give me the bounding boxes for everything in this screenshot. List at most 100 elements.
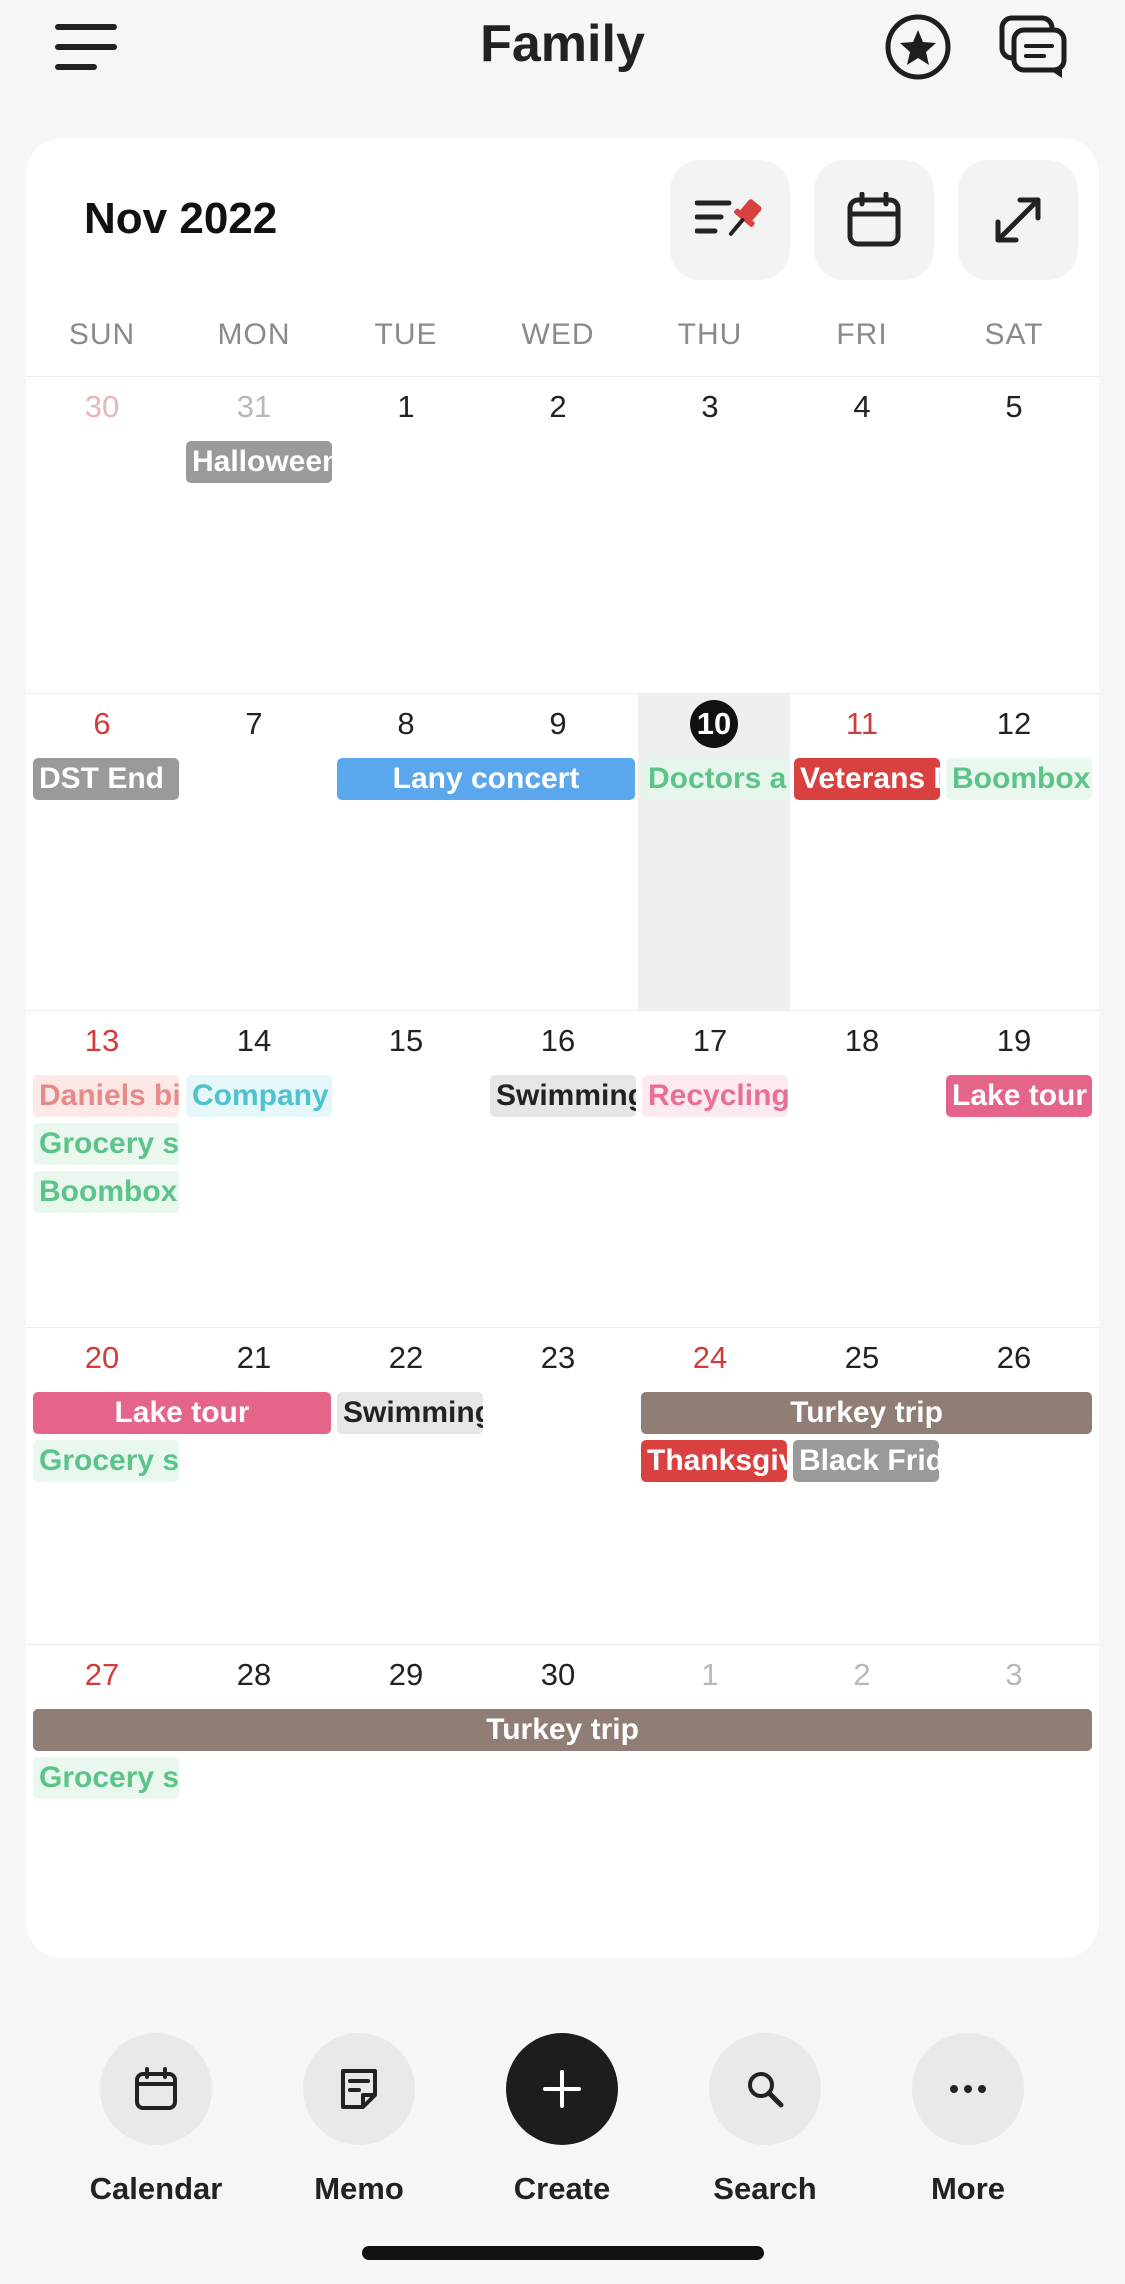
event-chip[interactable]: Lake tour bbox=[946, 1075, 1092, 1117]
event-chip[interactable]: Daniels birthday bbox=[33, 1075, 179, 1117]
day-number[interactable]: 23 bbox=[482, 1340, 634, 1376]
page-title: Family bbox=[480, 15, 645, 73]
event-chip[interactable]: Lake tour bbox=[33, 1392, 331, 1434]
event-chip[interactable]: Black Friday bbox=[793, 1440, 939, 1482]
day-number[interactable]: 7 bbox=[178, 706, 330, 742]
day-number[interactable]: 24 bbox=[634, 1340, 786, 1376]
event-chip[interactable]: Grocery shopping bbox=[33, 1123, 179, 1165]
day-number[interactable]: 13 bbox=[26, 1023, 178, 1059]
nav-create[interactable]: Create bbox=[462, 2033, 662, 2207]
day-number[interactable]: 19 bbox=[938, 1023, 1090, 1059]
weekday-label: WED bbox=[521, 318, 595, 351]
day-number[interactable]: 30 bbox=[482, 1657, 634, 1693]
event-chip[interactable]: Veterans Day bbox=[794, 758, 940, 800]
day-number[interactable]: 28 bbox=[178, 1657, 330, 1693]
event-chip[interactable]: Turkey trip bbox=[33, 1709, 1092, 1751]
day-number[interactable]: 16 bbox=[482, 1023, 634, 1059]
day-number[interactable]: 1 bbox=[634, 1657, 786, 1693]
nav-memo[interactable]: Memo bbox=[259, 2033, 459, 2207]
today-button[interactable] bbox=[814, 160, 934, 280]
event-chip[interactable]: DST End bbox=[33, 758, 179, 800]
day-number[interactable]: 20 bbox=[26, 1340, 178, 1376]
event-chip[interactable]: Recycling bbox=[642, 1075, 788, 1117]
day-number[interactable]: 5 bbox=[938, 389, 1090, 425]
event-chip[interactable]: Boombox bbox=[946, 758, 1092, 800]
weekday-label: THU bbox=[677, 318, 743, 351]
day-number[interactable]: 21 bbox=[178, 1340, 330, 1376]
event-chip[interactable]: Turkey trip bbox=[641, 1392, 1092, 1434]
calendar-icon bbox=[847, 192, 901, 247]
more-icon bbox=[950, 2085, 986, 2093]
expand-icon bbox=[995, 197, 1041, 243]
day-number[interactable]: 22 bbox=[330, 1340, 482, 1376]
event-chip[interactable]: Boombox bbox=[33, 1171, 179, 1213]
nav-more-button[interactable] bbox=[912, 2033, 1024, 2145]
event-chip[interactable]: Swimming bbox=[337, 1392, 483, 1434]
nav-label: Memo bbox=[314, 2171, 404, 2206]
day-number[interactable]: 30 bbox=[26, 389, 178, 425]
day-number[interactable]: 8 bbox=[330, 706, 482, 742]
event-chip[interactable]: Grocery shopping bbox=[33, 1440, 179, 1482]
event-chip[interactable]: Swimming bbox=[490, 1075, 636, 1117]
nav-more[interactable]: More bbox=[868, 2033, 1068, 2207]
day-number[interactable]: 4 bbox=[786, 389, 938, 425]
day-number[interactable]: 2 bbox=[482, 389, 634, 425]
expand-button[interactable] bbox=[958, 160, 1078, 280]
nav-label: Calendar bbox=[89, 2171, 223, 2206]
event-chip[interactable]: Grocery shopping bbox=[33, 1757, 179, 1799]
pinned-list-button[interactable] bbox=[670, 160, 790, 280]
pinned-list-icon bbox=[695, 199, 762, 236]
event-chip[interactable]: Lany concert bbox=[337, 758, 635, 800]
home-indicator bbox=[362, 2246, 764, 2260]
weekday-label: SUN bbox=[68, 318, 136, 351]
calendar-card: Nov 2022 SUN MON TUE WED THU FRI SAT 30 … bbox=[26, 138, 1099, 1958]
nav-label: Create bbox=[513, 2171, 611, 2206]
create-button[interactable] bbox=[506, 2033, 618, 2145]
day-number[interactable]: 9 bbox=[482, 706, 634, 742]
day-number[interactable]: 3 bbox=[938, 1657, 1090, 1693]
search-icon bbox=[748, 2072, 784, 2108]
memo-icon bbox=[341, 2069, 377, 2109]
week-row: 13 14 15 16 17 18 19 Daniels birthday Co… bbox=[26, 1010, 1099, 1328]
day-number[interactable]: 31 bbox=[178, 389, 330, 425]
day-number[interactable]: 6 bbox=[26, 706, 178, 742]
star-circle-icon[interactable] bbox=[883, 12, 953, 82]
day-number[interactable]: 14 bbox=[178, 1023, 330, 1059]
day-number[interactable]: 27 bbox=[26, 1657, 178, 1693]
day-number[interactable]: 15 bbox=[330, 1023, 482, 1059]
nav-search-button[interactable] bbox=[709, 2033, 821, 2145]
week-row: 27 28 29 30 1 2 3 Turkey trip Grocery sh… bbox=[26, 1644, 1099, 1958]
weekday-label: TUE bbox=[374, 318, 438, 351]
day-number[interactable]: 2 bbox=[786, 1657, 938, 1693]
day-number[interactable]: 29 bbox=[330, 1657, 482, 1693]
week-row: 20 21 22 23 24 25 26 Lake tour Swimming … bbox=[26, 1327, 1099, 1645]
nav-memo-button[interactable] bbox=[303, 2033, 415, 2145]
day-number[interactable]: 17 bbox=[634, 1023, 786, 1059]
day-number[interactable]: 18 bbox=[786, 1023, 938, 1059]
today-marker[interactable]: 10 bbox=[638, 700, 790, 748]
week-row: 30 31 1 2 3 4 5 Halloween bbox=[26, 376, 1099, 694]
month-label[interactable]: Nov 2022 bbox=[84, 194, 277, 244]
day-number[interactable]: 12 bbox=[938, 706, 1090, 742]
calendar-icon bbox=[135, 2067, 177, 2110]
day-number[interactable]: 25 bbox=[786, 1340, 938, 1376]
event-chip[interactable]: Doctors appointment bbox=[642, 758, 788, 800]
nav-label: More bbox=[930, 2171, 1006, 2206]
day-number[interactable]: 11 bbox=[786, 706, 938, 742]
week-row: 6 7 8 9 10 11 12 DST End Lany concert Do… bbox=[26, 693, 1099, 1011]
nav-calendar-button[interactable] bbox=[100, 2033, 212, 2145]
nav-search[interactable]: Search bbox=[665, 2033, 865, 2207]
event-chip[interactable]: Company bbox=[186, 1075, 332, 1117]
weekday-label: SAT bbox=[984, 318, 1044, 351]
event-chip[interactable]: Halloween bbox=[186, 441, 332, 483]
day-number[interactable]: 1 bbox=[330, 389, 482, 425]
top-bar: Family bbox=[0, 0, 1125, 100]
nav-calendar[interactable]: Calendar bbox=[56, 2033, 256, 2207]
plus-icon bbox=[543, 2070, 581, 2108]
day-number: 10 bbox=[690, 700, 738, 748]
event-chip[interactable]: Thanksgiving bbox=[641, 1440, 787, 1482]
chat-bubbles-icon[interactable] bbox=[998, 14, 1070, 80]
weekday-header: SUN MON TUE WED THU FRI SAT bbox=[26, 318, 1099, 358]
day-number[interactable]: 26 bbox=[938, 1340, 1090, 1376]
day-number[interactable]: 3 bbox=[634, 389, 786, 425]
